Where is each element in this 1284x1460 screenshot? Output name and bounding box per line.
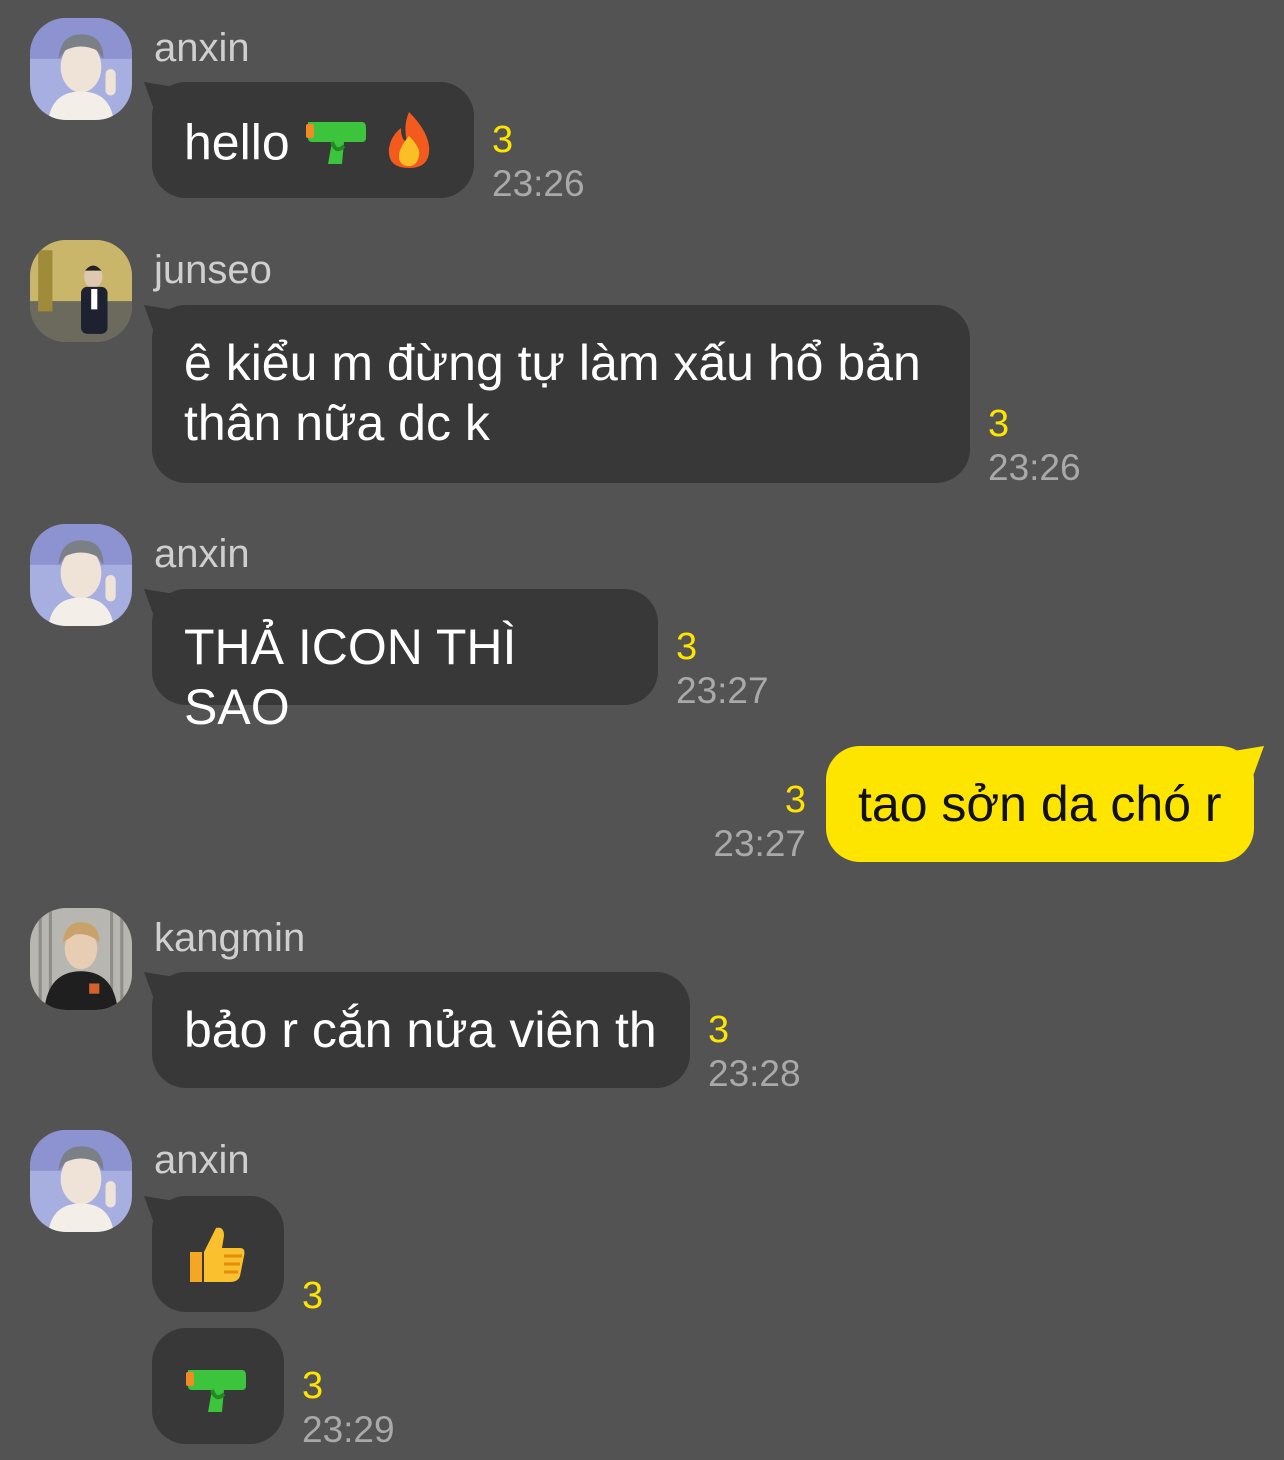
thumbs-up-icon	[184, 1222, 248, 1299]
avatar-kangmin-image	[30, 908, 132, 1010]
message-text: THẢ ICON THÌ SAO	[184, 619, 517, 735]
message-meta: 3 23:28	[708, 1008, 801, 1096]
emoji-message-bubble[interactable]	[152, 1196, 284, 1312]
avatar-junseo[interactable]	[30, 240, 132, 342]
outgoing-message-bubble[interactable]: tao sởn da chó r	[826, 746, 1254, 862]
sender-name: kangmin	[154, 916, 306, 960]
sender-name: anxin	[154, 532, 250, 576]
message-meta: 3 23:26	[492, 118, 585, 206]
timestamp: 23:26	[492, 163, 585, 204]
avatar-junseo-image	[30, 240, 132, 342]
water-pistol-icon	[304, 112, 370, 181]
message-text: bảo r cắn nửa viên th	[184, 1002, 657, 1058]
fire-icon	[383, 110, 435, 183]
sender-name: anxin	[154, 26, 250, 70]
sender-name: anxin	[154, 1138, 250, 1182]
emoji-message-bubble[interactable]	[152, 1328, 284, 1444]
avatar-anxin-image	[30, 1130, 132, 1232]
message-meta: 3 23:26	[988, 402, 1081, 490]
unread-count: 3	[676, 626, 698, 668]
message-bubble[interactable]: hello	[152, 82, 474, 198]
avatar-anxin[interactable]	[30, 524, 132, 626]
message-meta: 3	[302, 1274, 323, 1318]
unread-count: 3	[708, 1009, 730, 1051]
timestamp: 23:26	[988, 447, 1081, 488]
avatar-anxin-image	[30, 524, 132, 626]
message-bubble[interactable]: THẢ ICON THÌ SAO	[152, 589, 658, 735]
unread-count: 3	[302, 1365, 324, 1407]
timestamp: 23:28	[708, 1053, 801, 1094]
message-text: hello	[184, 114, 290, 171]
unread-count: 3	[988, 403, 1010, 445]
sender-name: junseo	[154, 248, 272, 292]
avatar-anxin-image	[30, 18, 132, 120]
timestamp: 23:27	[713, 823, 806, 864]
avatar-kangmin[interactable]	[30, 908, 132, 1010]
unread-count: 3	[302, 1275, 324, 1317]
water-pistol-icon	[182, 1360, 252, 1429]
timestamp: 23:29	[302, 1409, 395, 1450]
message-meta: 3 23:29	[302, 1364, 395, 1452]
unread-count: 3	[492, 119, 514, 161]
message-text: tao sởn da chó r	[858, 776, 1222, 832]
avatar-anxin[interactable]	[30, 1130, 132, 1232]
message-meta: 3 23:27	[713, 778, 806, 866]
avatar-anxin[interactable]	[30, 18, 132, 120]
message-text-line: thân nữa dc k	[184, 395, 490, 451]
message-bubble[interactable]: ê kiểu m đừng tự làm xấu hổ bản thân nữa…	[152, 305, 970, 483]
message-meta: 3 23:27	[676, 625, 769, 713]
message-bubble[interactable]: bảo r cắn nửa viên th	[152, 972, 690, 1088]
timestamp: 23:27	[676, 670, 769, 711]
message-text-line: ê kiểu m đừng tự làm xấu hổ bản	[184, 335, 921, 391]
unread-count: 3	[784, 779, 806, 821]
